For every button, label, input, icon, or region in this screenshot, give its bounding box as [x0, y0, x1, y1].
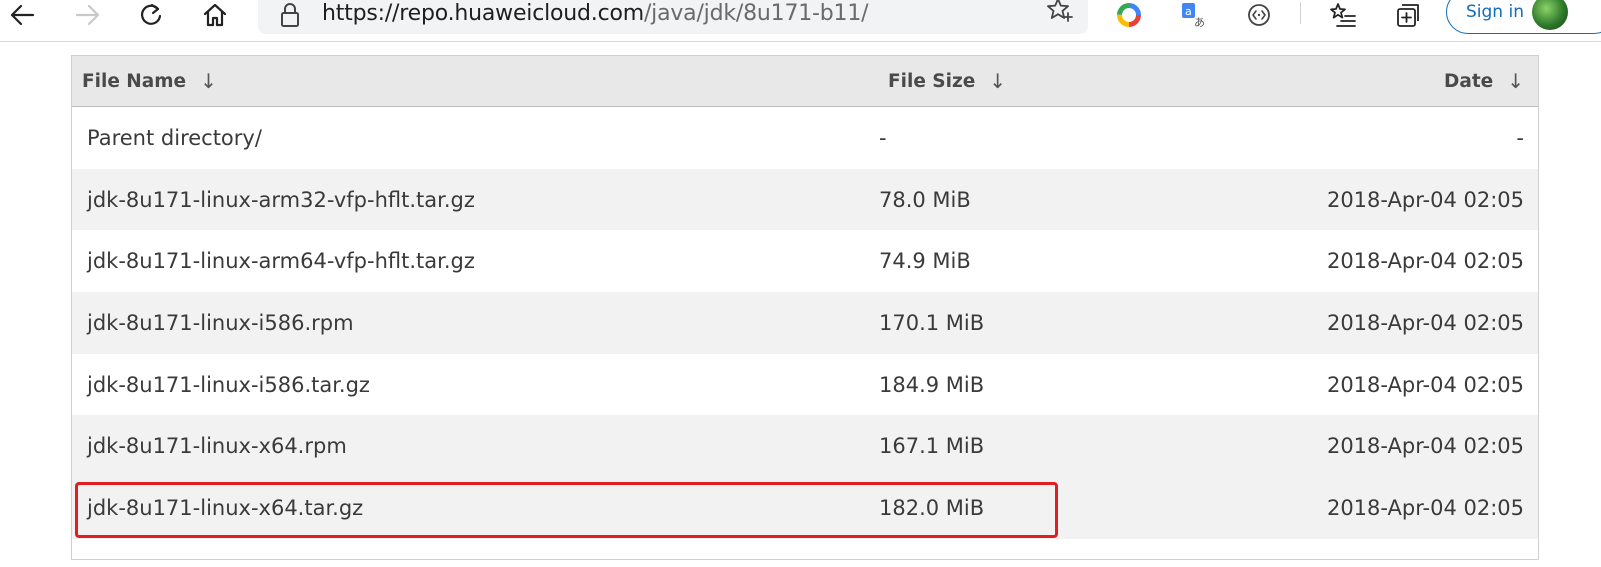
- table-row-partial: [72, 538, 1538, 559]
- file-size: 78.0 MiB: [879, 187, 971, 212]
- date-header-label: Date: [1444, 70, 1494, 92]
- file-name-header[interactable]: File Name ↓: [82, 56, 217, 106]
- table-row: jdk-8u171-linux-arm64-vfp-hflt.tar.gz 74…: [72, 230, 1538, 293]
- code-extension-icon[interactable]: [1241, 0, 1277, 30]
- translate-icon[interactable]: aあ: [1175, 0, 1211, 30]
- file-size: -: [879, 125, 887, 150]
- table-row: jdk-8u171-linux-x64.tar.gz 182.0 MiB 201…: [72, 477, 1538, 539]
- file-date: -: [1516, 125, 1524, 150]
- file-size-header-label: File Size: [888, 70, 976, 92]
- sign-in-label: Sign in: [1466, 2, 1524, 22]
- forward-icon[interactable]: [70, 0, 106, 30]
- file-size-header[interactable]: File Size ↓: [888, 56, 1006, 106]
- file-date: 2018-Apr-04 02:05: [1326, 495, 1524, 520]
- sort-arrow-icon[interactable]: ↓: [1507, 69, 1524, 93]
- file-name-link[interactable]: jdk-8u171-linux-arm64-vfp-hflt.tar.gz: [87, 230, 475, 292]
- file-name-link[interactable]: jdk-8u171-linux-arm32-vfp-hflt.tar.gz: [87, 169, 475, 231]
- home-icon[interactable]: [197, 0, 233, 30]
- file-date: 2018-Apr-04 02:05: [1326, 187, 1524, 212]
- toolbar-divider: [1300, 2, 1301, 24]
- table-header-row: File Name ↓ File Size ↓ Date ↓: [72, 56, 1538, 107]
- file-listing-table: File Name ↓ File Size ↓ Date ↓ Parent di…: [71, 55, 1539, 560]
- table-row: jdk-8u171-linux-arm32-vfp-hflt.tar.gz 78…: [72, 168, 1538, 231]
- url-host: https://repo.huaweicloud.com: [322, 1, 644, 26]
- file-name-link[interactable]: jdk-8u171-linux-x64.tar.gz: [87, 477, 363, 539]
- sort-arrow-icon[interactable]: ↓: [989, 69, 1006, 93]
- url-path: /java/jdk/8u171-b11/: [643, 1, 869, 26]
- file-name-link[interactable]: jdk-8u171-linux-x64.rpm: [87, 415, 347, 477]
- back-icon[interactable]: [4, 0, 40, 30]
- sort-arrow-icon[interactable]: ↓: [200, 69, 217, 93]
- address-bar[interactable]: https://repo.huaweicloud.com/java/jdk/8u…: [258, 0, 1088, 34]
- url-text[interactable]: https://repo.huaweicloud.com/java/jdk/8u…: [322, 1, 869, 26]
- file-size: 182.0 MiB: [879, 495, 985, 520]
- favorites-list-icon[interactable]: [1325, 0, 1361, 30]
- file-date: 2018-Apr-04 02:05: [1326, 310, 1524, 335]
- collections-icon[interactable]: [1390, 0, 1426, 30]
- table-row: jdk-8u171-linux-i586.tar.gz 184.9 MiB 20…: [72, 353, 1538, 416]
- lock-icon[interactable]: [280, 2, 300, 32]
- date-header[interactable]: Date ↓: [1444, 56, 1524, 106]
- file-size: 167.1 MiB: [879, 434, 985, 459]
- avatar[interactable]: [1532, 0, 1568, 30]
- svg-text:a: a: [1185, 5, 1192, 18]
- file-name-header-label: File Name: [82, 70, 187, 92]
- table-row: Parent directory/ - -: [72, 107, 1538, 169]
- file-size: 184.9 MiB: [879, 372, 985, 397]
- file-size: 170.1 MiB: [879, 310, 985, 335]
- table-row: jdk-8u171-linux-i586.rpm 170.1 MiB 2018-…: [72, 292, 1538, 354]
- refresh-icon[interactable]: [133, 0, 169, 30]
- file-name-link[interactable]: jdk-8u171-linux-i586.tar.gz: [87, 354, 370, 416]
- svg-text:あ: あ: [1194, 16, 1205, 29]
- sign-in-button[interactable]: Sign in: [1446, 0, 1601, 34]
- file-size: 74.9 MiB: [879, 249, 971, 274]
- browser-toolbar: https://repo.huaweicloud.com/java/jdk/8u…: [0, 0, 1601, 42]
- file-name-link[interactable]: Parent directory/: [87, 107, 262, 169]
- favorite-star-icon[interactable]: [1046, 0, 1074, 28]
- extension-ring-icon[interactable]: [1111, 0, 1147, 30]
- file-date: 2018-Apr-04 02:05: [1326, 249, 1524, 274]
- table-row: jdk-8u171-linux-x64.rpm 167.1 MiB 2018-A…: [72, 415, 1538, 478]
- file-date: 2018-Apr-04 02:05: [1326, 372, 1524, 397]
- file-date: 2018-Apr-04 02:05: [1326, 434, 1524, 459]
- file-name-link[interactable]: jdk-8u171-linux-i586.rpm: [87, 292, 354, 354]
